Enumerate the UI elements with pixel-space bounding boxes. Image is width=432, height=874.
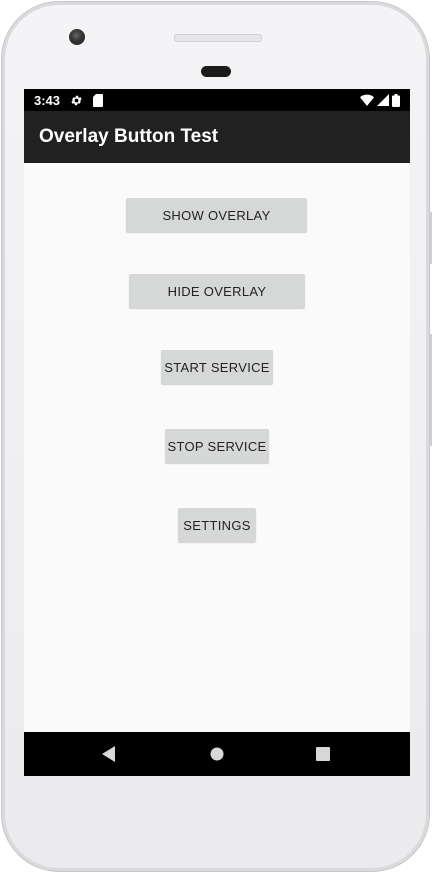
recents-icon [316,747,330,761]
back-button[interactable] [98,743,120,765]
signal-icon [377,94,389,106]
sd-card-icon [93,93,104,107]
screen: 3:43 Overlay Button Test SHOW OVERLAY HI… [24,89,410,776]
app-title: Overlay Button Test [39,126,219,147]
stop-service-button[interactable]: STOP SERVICE [165,429,269,463]
hide-overlay-button[interactable]: HIDE OVERLAY [129,274,305,308]
proximity-sensor [201,66,231,77]
status-time: 3:43 [34,92,61,108]
show-overlay-button[interactable]: SHOW OVERLAY [126,198,307,232]
home-button[interactable] [206,743,228,765]
app-bar: Overlay Button Test [24,111,410,163]
navigation-bar [24,732,410,776]
recents-button[interactable] [312,743,334,765]
battery-icon [392,93,400,107]
gear-icon [70,94,83,107]
start-service-button[interactable]: START SERVICE [161,350,273,384]
status-bar: 3:43 [24,89,410,111]
home-icon [210,747,224,761]
back-icon [102,746,116,762]
front-camera [69,29,85,45]
settings-button[interactable]: SETTINGS [178,508,256,542]
main-content: SHOW OVERLAY HIDE OVERLAY START SERVICE … [24,163,410,732]
phone-frame: 3:43 Overlay Button Test SHOW OVERLAY HI… [1,1,432,872]
earpiece-speaker [174,34,262,42]
wifi-icon [360,94,374,106]
